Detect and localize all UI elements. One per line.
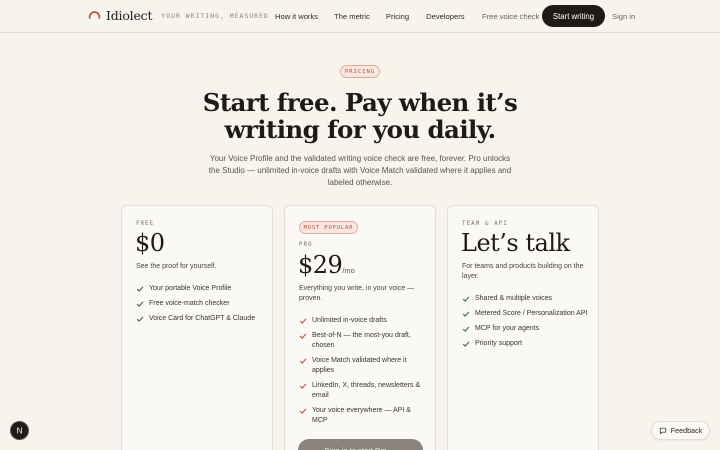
plan-feature: Unlimited in-voice drafts [299, 316, 427, 326]
sign-in-link[interactable]: Sign in [612, 12, 635, 21]
plan-tier-label: PRO [299, 242, 313, 248]
check-icon [299, 333, 307, 339]
plan-feature-text: Voice Card for ChatGPT & Claude [149, 315, 256, 322]
plan-description: For teams and products building on the l… [462, 263, 584, 280]
free-voice-check-link[interactable]: Free voice check [482, 12, 539, 21]
nav-the-metric[interactable]: The metric [334, 12, 370, 21]
plan-feature-list: Your portable Voice Profile Free voice-m… [136, 284, 264, 324]
plan-feature: Your voice everywhere — API & MCP [299, 406, 427, 426]
plan-card-team: TEAM & API Let’s talk For teams and prod… [447, 205, 599, 450]
plan-feature-text: LinkedIn, X, threads, newsletters & emai… [312, 382, 421, 399]
plan-card-pro: MOST POPULAR PRO $29/mo Everything you w… [284, 205, 436, 450]
plan-feature-text: Best-of-N — the most-you draft, chosen [312, 332, 411, 349]
nav-pricing[interactable]: Pricing [386, 12, 409, 21]
plan-feature: Best-of-N — the most-you draft, chosen [299, 331, 427, 351]
plan-feature-list: Unlimited in-voice drafts Best-of-N — th… [299, 316, 427, 426]
plan-feature: Metered Score / Personalization API [462, 309, 590, 319]
check-icon [299, 318, 307, 324]
check-icon [136, 286, 144, 292]
plan-price: Let’s talk [461, 229, 570, 257]
brand-name: Idiolect [106, 8, 153, 23]
plan-feature: Priority support [462, 339, 590, 349]
plan-feature-list: Shared & multiple voices Metered Score /… [462, 294, 590, 349]
nav-how-it-works[interactable]: How it works [275, 12, 318, 21]
plan-description: See the proof for yourself. [136, 263, 217, 270]
plan-feature: LinkedIn, X, threads, newsletters & emai… [299, 381, 427, 401]
plan-feature: Free voice-match checker [136, 299, 264, 309]
primary-nav: How it works The metric Pricing Develope… [275, 12, 465, 21]
plan-feature-text: Your voice everywhere — API & MCP [312, 407, 411, 424]
plan-feature-text: Unlimited in-voice drafts [312, 317, 387, 324]
plan-tier-label: FREE [136, 221, 155, 227]
plan-feature-text: Shared & multiple voices [475, 295, 553, 302]
plan-feature-text: Your portable Voice Profile [149, 285, 232, 292]
plan-tier-label: TEAM & API [462, 221, 508, 227]
start-pro-button[interactable]: Sign in to start Pro → [298, 439, 423, 450]
nav-developers[interactable]: Developers [426, 12, 464, 21]
plan-feature-text: Voice Match validated where it applies [312, 357, 407, 374]
plan-feature-text: Metered Score / Personalization API [475, 310, 588, 317]
plan-price: $29/mo [298, 251, 355, 279]
avatar-button[interactable]: N [10, 421, 29, 440]
plan-feature: Voice Card for ChatGPT & Claude [136, 314, 264, 324]
check-icon [462, 341, 470, 347]
check-icon [299, 383, 307, 389]
feedback-button[interactable]: Feedback [651, 421, 710, 440]
check-icon [462, 311, 470, 317]
top-nav-bar: Idiolect YOUR WRITING, MEASURED How it w… [0, 0, 720, 33]
check-icon [136, 316, 144, 322]
plan-price-period: /mo [342, 266, 355, 275]
check-icon [136, 301, 144, 307]
plan-price-amount: $29 [298, 251, 343, 279]
plan-card-free: FREE $0 See the proof for yourself. Your… [121, 205, 273, 450]
page-subheading: Your Voice Profile and the validated wri… [208, 154, 512, 187]
brand[interactable]: Idiolect YOUR WRITING, MEASURED [88, 8, 269, 23]
check-icon [299, 408, 307, 414]
page-headline: Start free. Pay when it’s writing for yo… [160, 89, 560, 143]
feedback-label: Feedback [670, 426, 703, 435]
plan-price: $0 [135, 229, 165, 257]
most-popular-badge: MOST POPULAR [299, 221, 358, 234]
plan-description: Everything you write, in your voice — pr… [299, 285, 415, 302]
plan-feature-text: MCP for your agents [475, 325, 540, 332]
svg-text:N: N [17, 426, 23, 435]
check-icon [462, 326, 470, 332]
chat-bubble-icon [659, 427, 666, 434]
check-icon [462, 296, 470, 302]
headline-line-1: Start free. Pay when it’s [202, 88, 518, 117]
brand-tagline: YOUR WRITING, MEASURED [161, 13, 269, 20]
plan-feature: Voice Match validated where it applies [299, 356, 427, 376]
headline-line-2: writing for you daily. [224, 115, 496, 144]
plan-feature: Shared & multiple voices [462, 294, 590, 304]
check-icon [299, 358, 307, 364]
plan-feature: MCP for your agents [462, 324, 590, 334]
pricing-eyebrow-pill: PRICING [340, 65, 380, 78]
plan-feature-text: Free voice-match checker [149, 300, 230, 307]
avatar-initial: N [17, 426, 23, 435]
arc-logo-icon [88, 11, 101, 20]
start-writing-button[interactable]: Start writing [542, 5, 605, 27]
plan-feature-text: Priority support [475, 340, 523, 347]
plan-feature: Your portable Voice Profile [136, 284, 264, 294]
